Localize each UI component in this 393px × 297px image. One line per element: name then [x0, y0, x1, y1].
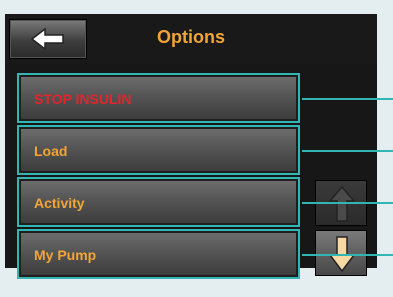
- menu-item-stop-insulin[interactable]: STOP INSULIN: [17, 73, 300, 123]
- header-bar: Options: [5, 14, 377, 64]
- menu-item-activity[interactable]: Activity: [17, 177, 300, 227]
- leader-line: [302, 202, 393, 204]
- back-button[interactable]: [9, 19, 87, 59]
- menu-item-load[interactable]: Load: [17, 125, 300, 175]
- menu-item-my-pump[interactable]: My Pump: [17, 229, 300, 279]
- menu-item-label: STOP INSULIN: [34, 91, 132, 107]
- leader-line: [302, 98, 393, 100]
- leader-line: [302, 254, 393, 256]
- options-menu: STOP INSULIN Load Activity My Pump: [17, 73, 300, 279]
- menu-item-label: Load: [34, 143, 68, 159]
- device-screen: Options STOP INSULIN Load Activity My Pu…: [5, 14, 377, 279]
- arrow-up-icon: [328, 185, 356, 222]
- arrow-left-icon: [30, 27, 64, 51]
- menu-item-label: My Pump: [34, 247, 97, 263]
- menu-item-label: Activity: [34, 195, 85, 211]
- leader-line: [302, 150, 393, 152]
- scroll-down-button[interactable]: [315, 230, 367, 276]
